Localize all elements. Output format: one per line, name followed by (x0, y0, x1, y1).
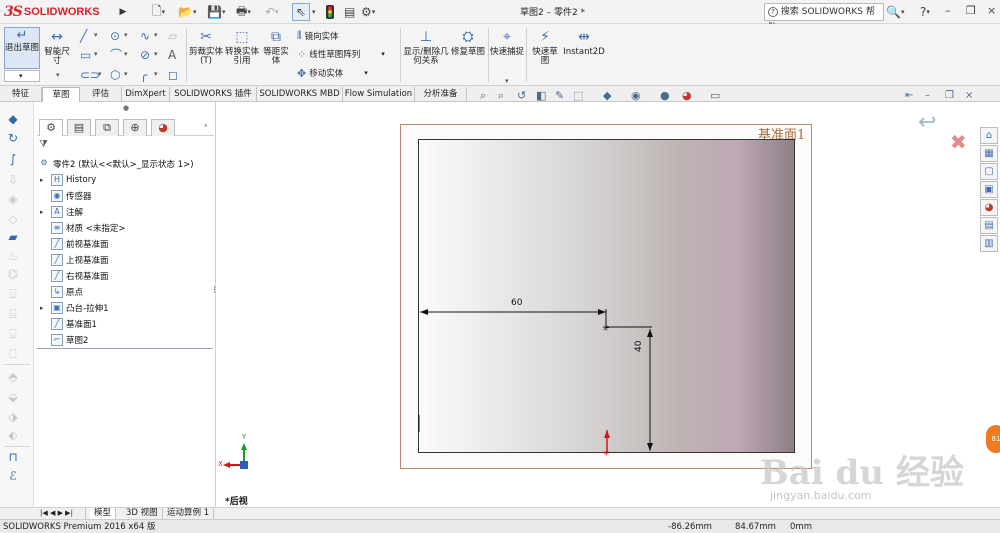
solidworks-resources-icon[interactable]: ⌂ (980, 127, 998, 144)
origin-arrow-head (604, 430, 610, 438)
sketch-point-icon[interactable]: ✳ (602, 324, 610, 334)
view-orientation-label: *后视 (225, 497, 248, 507)
triad-x-arrow (223, 462, 230, 468)
triad-y-arrow (241, 443, 247, 450)
view-palette-icon[interactable]: ▣ (980, 181, 998, 198)
side-badge[interactable]: 81 (986, 425, 1000, 453)
appearances-icon[interactable]: ◕ (980, 199, 998, 216)
origin-icon[interactable]: ✳ (603, 449, 610, 458)
dimension-60-label[interactable]: 60 (511, 298, 522, 308)
cursor-y: 84.67mm (735, 522, 776, 532)
design-library-icon[interactable]: ▦ (980, 145, 998, 162)
watermark-logo: Bai du 经验 (760, 453, 964, 493)
cursor-z: 0mm (790, 522, 812, 532)
status-bar: SOLIDWORKS Premium 2016 x64 版 -86.26mm 8… (0, 519, 1000, 533)
cursor-x: -86.26mm (668, 522, 712, 532)
dim-arrow-left (420, 309, 428, 315)
watermark-url: jingyan.baidu.com (770, 489, 872, 502)
triad-origin-cube (240, 461, 248, 469)
confirm-corner-icon[interactable]: ↩ (918, 110, 936, 135)
triad-x-label: X (218, 460, 223, 468)
dimension-40-label[interactable]: 40 (634, 341, 644, 352)
custom-properties-icon[interactable]: ▤ (980, 217, 998, 234)
dim-arrow-right (598, 309, 606, 315)
triad-y-label: Y (242, 433, 247, 441)
dim-arrow-bottom (647, 443, 653, 451)
file-explorer-icon[interactable]: ▢ (980, 163, 998, 180)
model-view-tabs: |◀ ◀ ▶ ▶| 模型 3D 视图 运动算例 1 (0, 507, 1000, 520)
cancel-corner-icon[interactable]: ✖ (950, 130, 967, 154)
product-version: SOLIDWORKS Premium 2016 x64 版 (3, 522, 156, 532)
forum-icon[interactable]: ▥ (980, 235, 998, 252)
dim-arrow-top (647, 329, 653, 337)
task-pane-tabs: ⌂ ▦ ▢ ▣ ◕ ▤ ▥ (980, 127, 1000, 253)
